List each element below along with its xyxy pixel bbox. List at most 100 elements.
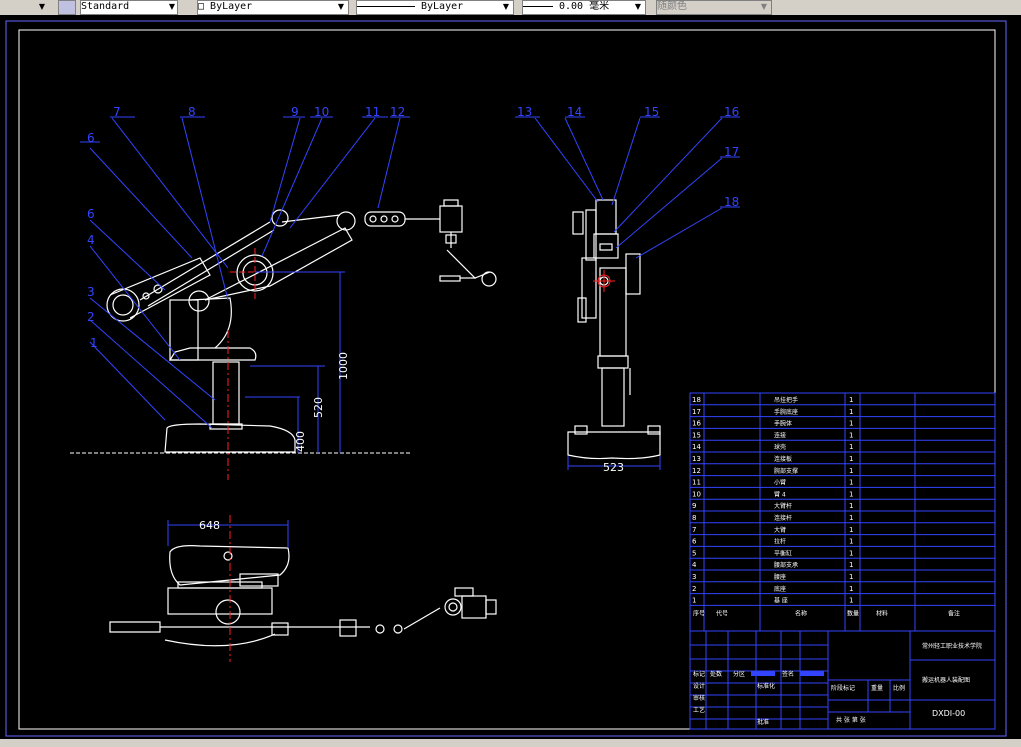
bom-cell-no: 10 <box>692 490 701 498</box>
inner-frame <box>18 29 996 730</box>
callout-16: 16 <box>724 105 739 119</box>
callout-7: 7 <box>113 105 121 119</box>
bom-cell-qty: 1 <box>849 538 853 546</box>
bom-cell-name: 腰座 <box>774 573 786 581</box>
chevron-down-icon[interactable]: ▼ <box>632 0 644 13</box>
bom-cell-no: 11 <box>692 479 701 487</box>
tb-label-count: 处数 <box>710 670 722 678</box>
bom-cell-qty: 1 <box>849 420 853 428</box>
bom-header-qty: 数量 <box>847 609 859 617</box>
bom-cell-no: 1 <box>692 597 696 605</box>
side-view <box>567 199 661 460</box>
properties-toolbar: ▼ Standard ▼ □ ByLayer ▼ ByLayer ▼ 0.00 … <box>0 0 1021 16</box>
callout-14: 14 <box>567 105 582 119</box>
callout-1: 1 <box>90 336 98 350</box>
bom-cell-qty: 1 <box>849 549 853 557</box>
lineweight-label: 0.00 毫米 <box>559 1 610 12</box>
bom-cell-name: 底座 <box>774 585 786 593</box>
bom-cell-name: 拉杆 <box>774 538 786 546</box>
dim-1000-label: 1000 <box>337 352 350 380</box>
callout-5: 6 <box>87 207 95 221</box>
color-swatch-icon: □ <box>198 1 211 12</box>
bom-cell-qty: 1 <box>849 585 853 593</box>
bom-cell-qty: 1 <box>849 479 853 487</box>
callout-10: 10 <box>314 105 329 119</box>
color-control-select[interactable]: □ ByLayer <box>197 0 349 15</box>
bom-cell-name: 连接 <box>774 431 786 439</box>
tb-label-sheets: 共 张 第 张 <box>836 716 866 724</box>
callout-18: 18 <box>724 195 739 209</box>
callout-6: 6 <box>87 131 95 145</box>
top-view <box>109 545 497 647</box>
bom-cell-no: 17 <box>692 408 701 416</box>
text-style-icon[interactable] <box>58 0 76 15</box>
tb-label-zone: 分区 <box>733 670 745 678</box>
bom-cell-qty: 1 <box>849 514 853 522</box>
bom-header-code: 代号 <box>716 609 728 617</box>
bom-cell-name: 大臂 <box>774 526 786 534</box>
callout-11: 11 <box>365 105 380 119</box>
color-label: ByLayer <box>210 1 253 12</box>
status-bar <box>0 739 1021 747</box>
callout-17: 17 <box>724 145 739 159</box>
bom-table: 18 吊挂把手 117 手腕底座 116 手腕体 115 连接 114 球壳 113 连接板 112 腕部… <box>689 392 996 632</box>
dim-648-label: 648 <box>199 519 220 532</box>
bom-cell-no: 4 <box>692 561 697 569</box>
bom-cell-no: 5 <box>692 549 696 557</box>
bom-cell-name: 球壳 <box>774 443 786 451</box>
chevron-down-icon[interactable]: ▼ <box>500 0 512 13</box>
bom-cell-name: 大臂杆 <box>774 502 792 510</box>
bom-cell-name: 臂 4 <box>774 490 786 498</box>
chevron-down-icon[interactable]: ▼ <box>335 0 347 13</box>
tb-label-review: 审核 <box>693 694 705 702</box>
bom-cell-name: 吊挂把手 <box>774 396 798 404</box>
callout-9: 9 <box>291 105 299 119</box>
lineweight-control-select[interactable]: 0.00 毫米 <box>522 0 646 15</box>
bom-cell-no: 3 <box>692 573 696 581</box>
tb-label-scale: 比例 <box>893 684 905 692</box>
bom-cell-no: 2 <box>692 585 696 593</box>
plotstyle-control-select[interactable]: 随颜色 <box>656 0 772 15</box>
tb-label-approve: 批准 <box>757 718 769 726</box>
bom-cell-no: 8 <box>692 514 696 522</box>
callout-13: 13 <box>517 105 532 119</box>
bom-cell-no: 9 <box>692 502 696 510</box>
dim-523-label: 523 <box>603 461 624 474</box>
callout-15: 15 <box>644 105 659 119</box>
bom-cell-qty: 1 <box>849 396 853 404</box>
tb-label-stage: 阶段标记 <box>831 684 855 692</box>
bom-cell-no: 6 <box>692 538 697 546</box>
linetype-label: ByLayer <box>421 1 464 12</box>
bom-cell-no: 16 <box>692 420 701 428</box>
bom-cell-qty: 1 <box>849 597 853 605</box>
bom-cell-qty: 1 <box>849 490 853 498</box>
drawing-canvas[interactable]: 1000 520 400 1 2 3 4 6 6 7 8 9 10 11 12 <box>0 15 1021 739</box>
dropdown-arrow-icon[interactable]: ▼ <box>36 0 48 13</box>
bom-cell-name: 手腕底座 <box>774 408 798 416</box>
bom-cell-qty: 1 <box>849 502 853 510</box>
bom-cell-name: 腰部支承 <box>774 561 798 569</box>
bom-cell-name: 手腕体 <box>774 420 792 428</box>
bom-cell-name: 平衡缸 <box>774 549 792 557</box>
dim-400-label: 400 <box>294 431 307 452</box>
linetype-swatch <box>357 5 415 7</box>
bom-cell-name: 连接杆 <box>774 514 792 522</box>
bom-cell-no: 13 <box>692 455 701 463</box>
base-shape <box>164 423 296 453</box>
dim-520-label: 520 <box>312 397 325 418</box>
front-view <box>106 199 497 453</box>
callout-8: 8 <box>188 105 196 119</box>
chevron-down-icon: ▼ <box>760 2 768 11</box>
bom-cell-no: 7 <box>692 526 696 534</box>
bom-cell-qty: 1 <box>849 561 853 569</box>
chevron-down-icon[interactable]: ▼ <box>166 0 178 13</box>
bom-header-note: 备注 <box>948 609 960 617</box>
tb-label-weight: 重量 <box>871 684 883 692</box>
text-style-select[interactable]: Standard <box>80 0 178 15</box>
callout-12: 12 <box>390 105 405 119</box>
linetype-control-select[interactable]: ByLayer <box>356 0 514 15</box>
bom-cell-name: 基 座 <box>774 597 788 605</box>
tb-label-craft: 工艺 <box>693 706 705 714</box>
bom-cell-qty: 1 <box>849 408 853 416</box>
bom-header-material: 材料 <box>876 609 888 617</box>
